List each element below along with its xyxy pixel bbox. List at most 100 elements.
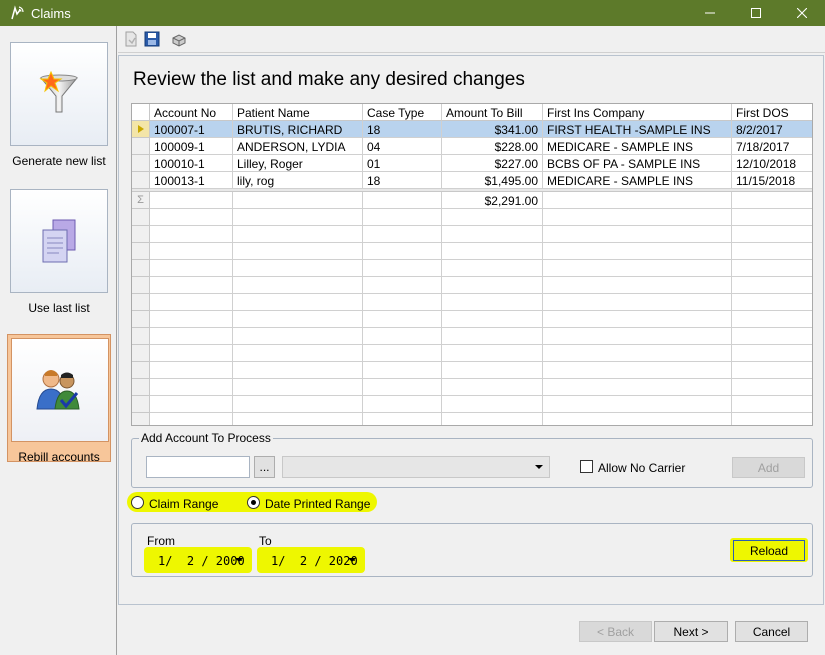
table-cell[interactable]: 01 [363,155,442,172]
table-cell[interactable]: MEDICARE - SAMPLE INS [543,172,732,189]
empty-cell [732,294,812,311]
empty-cell [233,277,363,294]
column-header[interactable]: First Ins Company [543,104,732,121]
generate-tile [10,42,108,146]
to-date-picker[interactable]: 1/ 2 / 2020 [260,549,362,571]
wizard-footer: < Back Next > Cancel [118,605,825,655]
save-icon[interactable] [144,31,160,47]
rebill-tile [11,338,109,442]
new-document-icon[interactable] [123,31,139,47]
empty-cell [543,209,732,226]
close-icon [797,8,807,18]
row-indicator[interactable] [132,413,150,425]
claim-range-radio[interactable] [131,496,144,509]
table-cell[interactable]: 8/2/2017 [732,121,812,138]
table-cell[interactable]: 11/15/2018 [732,172,812,189]
table-cell[interactable]: 7/18/2017 [732,138,812,155]
maximize-icon [751,8,761,18]
table-cell[interactable]: $227.00 [442,155,543,172]
allow-no-carrier-checkbox[interactable] [580,460,593,473]
row-indicator[interactable]: Σ [132,192,150,209]
table-cell[interactable]: 04 [363,138,442,155]
table-row[interactable]: 100007-1 BRUTIS, RICHARD 18 $341.00 FIRST HE… [132,121,812,138]
table-row[interactable]: 100010-1 Lilley, Roger 01 $227.00 BCBS OF PA… [132,155,812,172]
row-indicator[interactable] [132,362,150,379]
table-row[interactable]: 100009-1 ANDERSON, LYDIA 04 $228.00 MEDICARE… [132,138,812,155]
column-header[interactable]: Account No [150,104,233,121]
table-cell[interactable]: 18 [363,121,442,138]
documents-icon [42,219,76,263]
table-cell[interactable]: 100010-1 [150,155,233,172]
row-indicator[interactable] [132,138,150,155]
carrier-combo[interactable] [282,456,550,478]
table-cell[interactable]: 12/10/2018 [732,155,812,172]
table-cell[interactable]: Lilley, Roger [233,155,363,172]
row-indicator[interactable] [132,243,150,260]
empty-cell [543,396,732,413]
table-cell[interactable]: MEDICARE - SAMPLE INS [543,138,732,155]
table-cell[interactable]: BCBS OF PA - SAMPLE INS [543,155,732,172]
row-indicator[interactable] [132,345,150,362]
row-indicator[interactable] [132,121,150,138]
row-indicator[interactable] [132,209,150,226]
row-indicator[interactable] [132,328,150,345]
column-header[interactable]: First DOS [732,104,812,121]
table-cell[interactable]: 18 [363,172,442,189]
empty-cell [233,294,363,311]
table-cell[interactable]: 100009-1 [150,138,233,155]
table-cell[interactable]: lily, rog [233,172,363,189]
row-indicator[interactable] [132,104,150,121]
rebill-accounts-button[interactable]: Rebill accounts [7,334,111,464]
row-indicator[interactable] [132,260,150,277]
empty-cell [363,294,442,311]
browse-button[interactable]: ... [254,456,275,478]
next-button[interactable]: Next > [654,621,728,642]
table-cell[interactable]: 100007-1 [150,121,233,138]
table-cell[interactable]: 100013-1 [150,172,233,189]
empty-cell [732,328,812,345]
column-header[interactable]: Patient Name [233,104,363,121]
minimize-button[interactable] [687,0,733,26]
empty-cell [442,345,543,362]
date-printed-range-radio[interactable] [247,496,260,509]
account-input[interactable] [146,456,250,478]
table-cell[interactable]: FIRST HEALTH -SAMPLE INS [543,121,732,138]
empty-cell [543,413,732,425]
empty-cell [442,413,543,425]
empty-cell [543,362,732,379]
row-indicator[interactable] [132,294,150,311]
column-header[interactable]: Amount To Bill [442,104,543,121]
table-cell[interactable]: $1,495.00 [442,172,543,189]
empty-cell [732,260,812,277]
generate-new-list-button[interactable]: Generate new list [7,42,111,168]
column-header[interactable]: Case Type [363,104,442,121]
close-button[interactable] [779,0,825,26]
table-cell[interactable]: $228.00 [442,138,543,155]
table-cell[interactable]: BRUTIS, RICHARD [233,121,363,138]
table-cell[interactable]: ANDERSON, LYDIA [233,138,363,155]
empty-cell [150,209,233,226]
claims-grid[interactable]: Account No Patient Name Case Type Amount To… [131,103,813,426]
empty-cell [543,260,732,277]
summary-cell [732,192,812,209]
row-indicator[interactable] [132,172,150,189]
row-indicator[interactable] [132,311,150,328]
print-icon[interactable] [171,31,187,47]
from-date-picker[interactable]: 1/ 2 / 2000 [147,549,249,571]
reload-button[interactable]: Reload [733,540,805,561]
row-indicator[interactable] [132,379,150,396]
table-cell[interactable]: $341.00 [442,121,543,138]
row-indicator[interactable] [132,155,150,172]
empty-cell [732,311,812,328]
back-button[interactable]: < Back [579,621,652,642]
empty-row [132,226,812,243]
app-icon [11,5,24,20]
use-last-list-button[interactable]: Use last list [7,189,111,315]
cancel-button[interactable]: Cancel [735,621,808,642]
row-indicator[interactable] [132,277,150,294]
maximize-button[interactable] [733,0,779,26]
add-button[interactable]: Add [732,457,805,478]
row-indicator[interactable] [132,396,150,413]
row-indicator[interactable] [132,226,150,243]
table-row[interactable]: 100013-1 lily, rog 18 $1,495.00 MEDICARE - S… [132,172,812,189]
